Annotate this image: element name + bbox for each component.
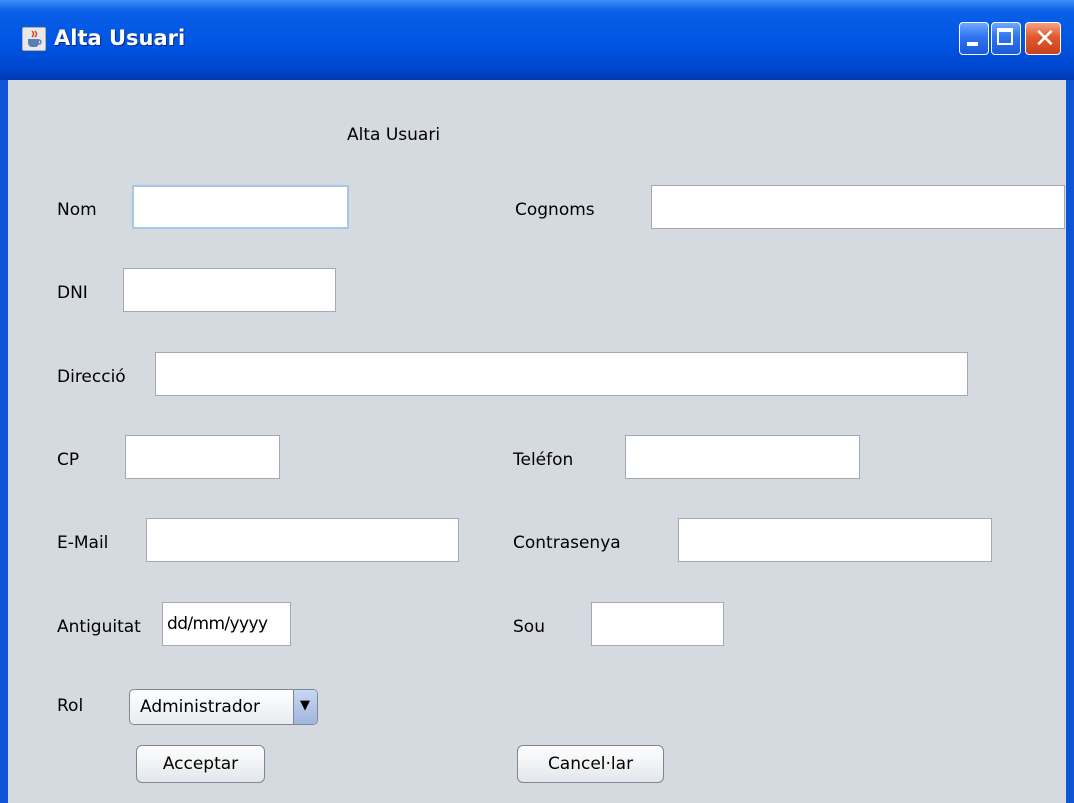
window-frame-left	[0, 80, 8, 803]
maximize-icon	[997, 28, 1013, 45]
direccio-field[interactable]	[155, 352, 968, 396]
java-cup-icon	[22, 27, 46, 51]
nom-field[interactable]	[132, 185, 349, 229]
sou-label: Sou	[513, 617, 545, 637]
rol-label: Rol	[57, 696, 84, 716]
dropdown-button[interactable]: ▼	[293, 690, 317, 724]
window-frame-right	[1066, 80, 1074, 803]
cp-field[interactable]	[125, 435, 280, 479]
contrasenya-field[interactable]	[678, 518, 992, 562]
cp-label: CP	[57, 450, 80, 470]
form-panel: Alta Usuari Nom Cognoms DNI Direcció CP …	[8, 80, 1066, 803]
alta-usuari-window: Alta Usuari ✕ Alta Usuari Nom Cognoms DN…	[0, 0, 1074, 803]
dni-field[interactable]	[123, 268, 336, 312]
sou-field[interactable]	[591, 602, 724, 646]
minimize-button[interactable]	[959, 22, 989, 55]
email-label: E-Mail	[57, 533, 109, 553]
cognoms-field[interactable]	[651, 185, 1065, 229]
nom-label: Nom	[57, 200, 97, 220]
telefon-field[interactable]	[625, 435, 860, 479]
contrasenya-label: Contrasenya	[513, 533, 621, 553]
telefon-label: Teléfon	[513, 450, 574, 470]
window-title: Alta Usuari	[54, 26, 186, 50]
chevron-down-icon: ▼	[300, 698, 310, 713]
minimize-icon	[967, 42, 978, 46]
direccio-label: Direcció	[57, 367, 126, 387]
antiguitat-field[interactable]: dd/mm/yyyy	[162, 602, 291, 646]
accept-button[interactable]: Acceptar	[136, 745, 265, 783]
rol-selected-value: Administrador	[140, 697, 261, 717]
antiguitat-label: Antiguitat	[57, 617, 141, 637]
cognoms-label: Cognoms	[515, 200, 595, 220]
form-heading: Alta Usuari	[347, 125, 441, 145]
close-button[interactable]: ✕	[1025, 22, 1061, 55]
email-field[interactable]	[146, 518, 459, 562]
rol-select[interactable]: Administrador ▼	[129, 689, 318, 725]
maximize-button[interactable]	[991, 22, 1021, 55]
title-bar[interactable]: Alta Usuari ✕	[0, 0, 1074, 80]
close-icon: ✕	[1034, 24, 1056, 54]
dni-label: DNI	[57, 283, 88, 303]
cancel-button[interactable]: Cancel·lar	[517, 745, 664, 783]
